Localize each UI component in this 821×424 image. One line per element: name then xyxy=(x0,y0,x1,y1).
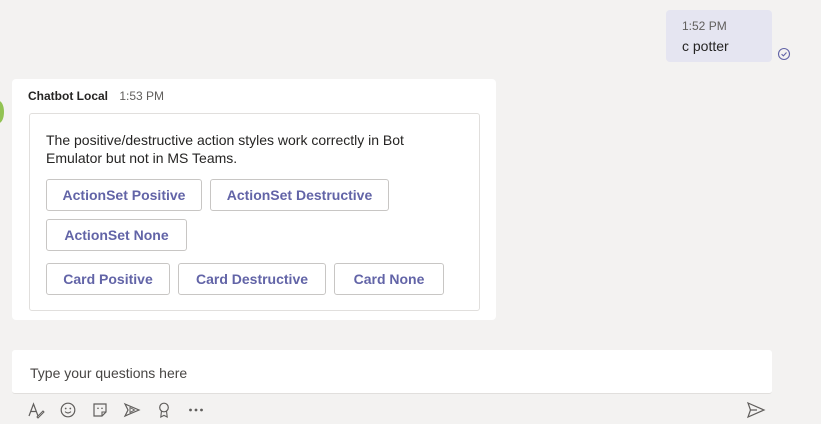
more-icon[interactable] xyxy=(187,401,205,419)
message-input[interactable] xyxy=(28,361,752,385)
format-icon[interactable] xyxy=(27,401,45,419)
actionset-none-button[interactable]: ActionSet None xyxy=(46,219,187,251)
bot-sender-name: Chatbot Local xyxy=(28,89,108,103)
bot-message-header: Chatbot Local 1:53 PM xyxy=(28,88,164,104)
card-text: The positive/destructive action styles w… xyxy=(46,132,404,166)
card-none-button[interactable]: Card None xyxy=(334,263,444,295)
sticker-icon[interactable] xyxy=(91,401,109,419)
user-message-text: c potter xyxy=(682,38,729,54)
adaptive-card: The positive/destructive action styles w… xyxy=(29,113,480,311)
user-message-bubble: 1:52 PM c potter xyxy=(666,10,772,62)
actionset-destructive-button[interactable]: ActionSet Destructive xyxy=(210,179,389,211)
bot-message-time: 1:53 PM xyxy=(119,89,165,103)
actionset-positive-button[interactable]: ActionSet Positive xyxy=(46,179,202,211)
card-destructive-button[interactable]: Card Destructive xyxy=(178,263,326,295)
compose-box xyxy=(12,350,772,394)
stream-icon[interactable] xyxy=(123,401,141,419)
emoji-icon[interactable] xyxy=(59,401,77,419)
bot-message: Chatbot Local 1:53 PM The positive/destr… xyxy=(12,79,496,320)
send-icon[interactable] xyxy=(746,401,766,419)
card-positive-button[interactable]: Card Positive xyxy=(46,263,170,295)
read-receipt-icon xyxy=(777,47,791,61)
user-message-time: 1:52 PM xyxy=(682,19,727,33)
bot-avatar[interactable] xyxy=(0,101,4,123)
praise-icon[interactable] xyxy=(155,401,173,419)
